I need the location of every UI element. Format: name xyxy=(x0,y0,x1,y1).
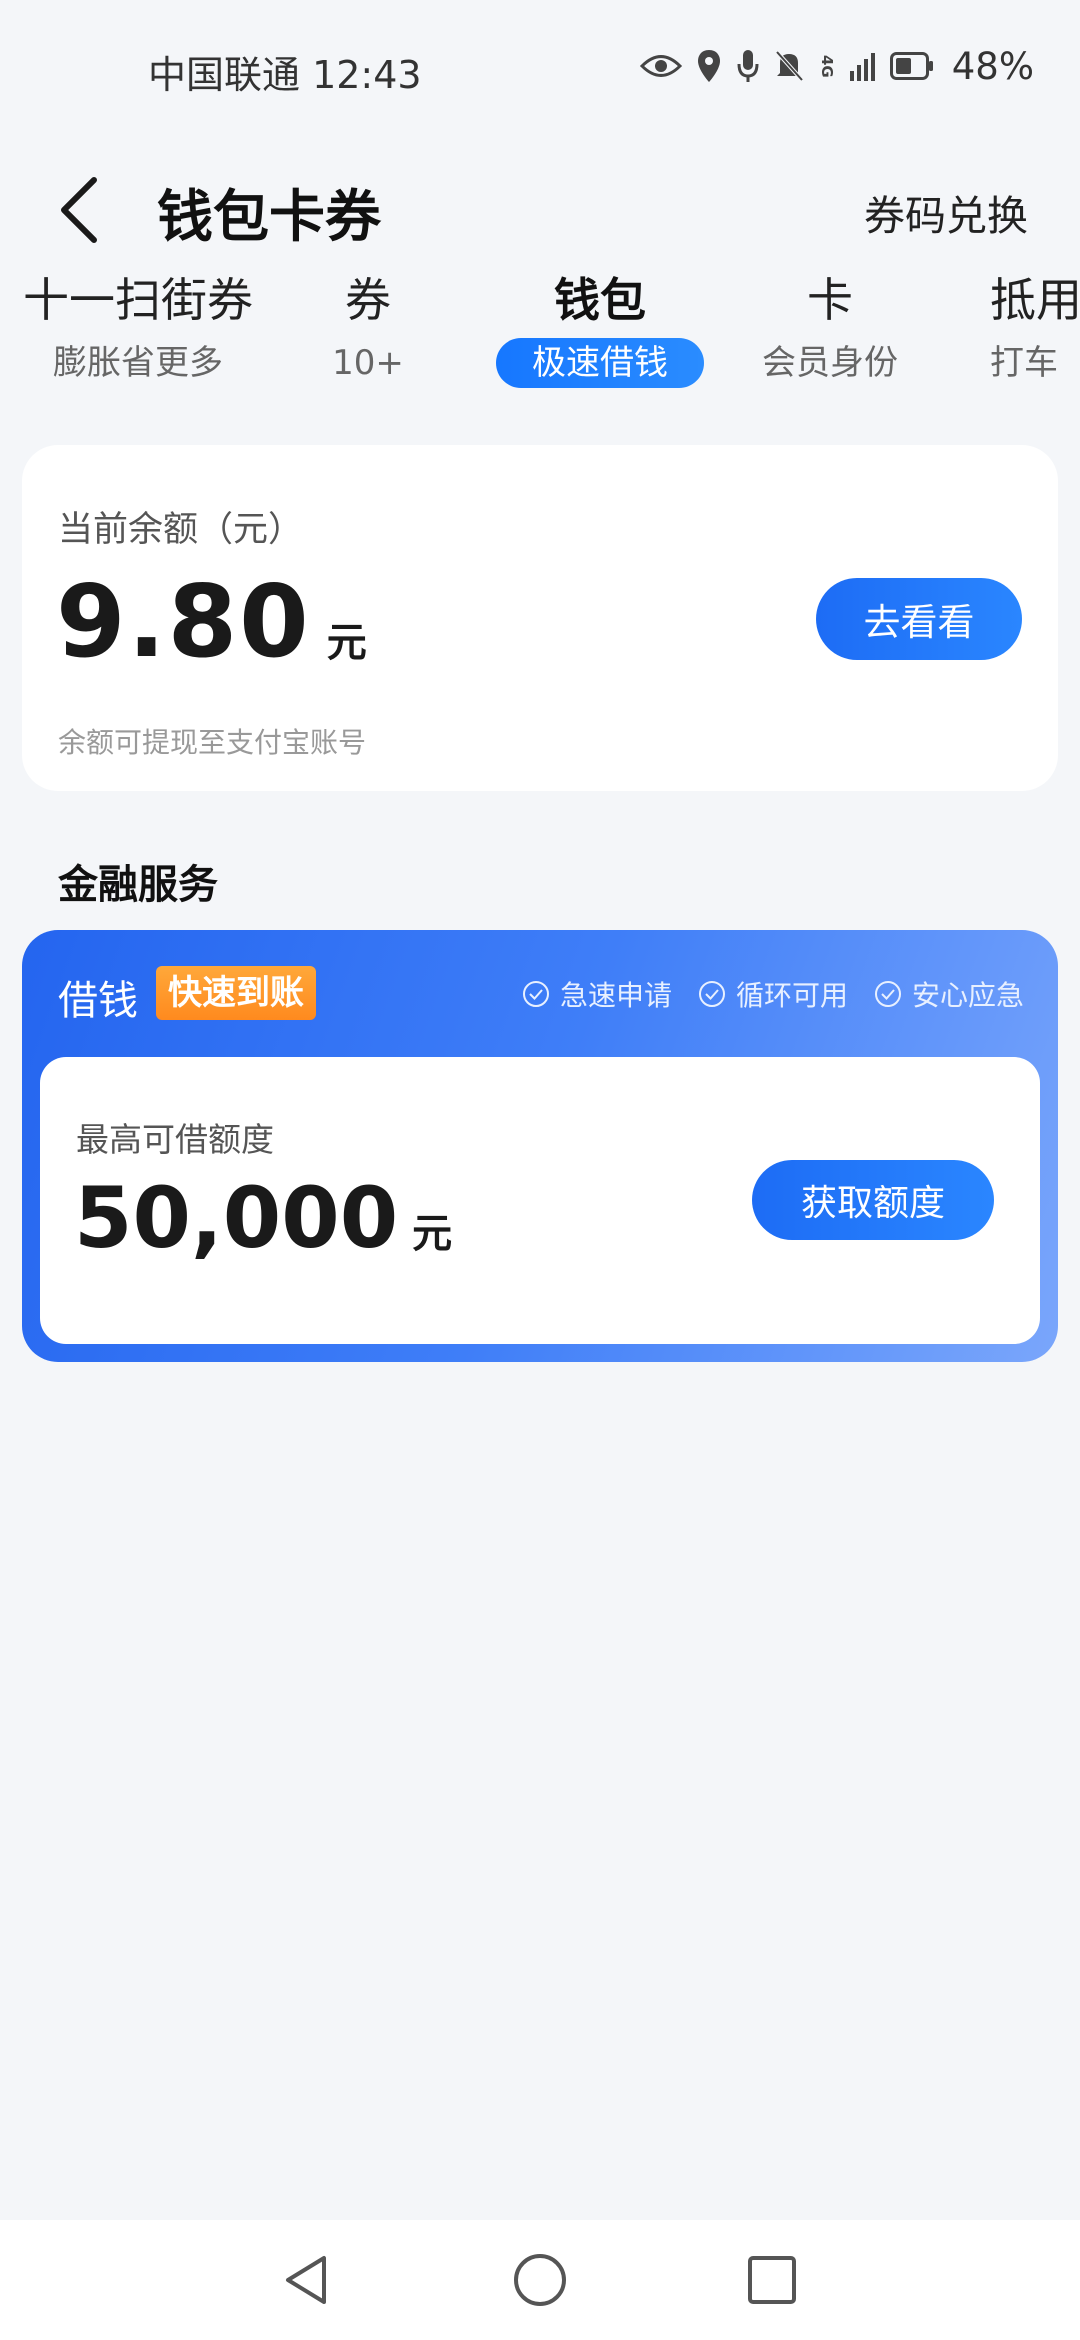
feature-label: 急速申请 xyxy=(559,979,672,1012)
feature-label: 循环可用 xyxy=(735,979,848,1012)
tab-street-coupon[interactable]: 十一扫街券 膨胀省更多 xyxy=(22,270,254,388)
microphone-icon xyxy=(737,50,759,82)
balance-value: 9.80 xyxy=(56,563,311,680)
eye-icon xyxy=(639,55,682,77)
nav-back-icon[interactable] xyxy=(278,2250,338,2310)
back-icon[interactable] xyxy=(52,170,112,250)
check-circle-icon xyxy=(522,981,549,1007)
carrier-time: 中国联通 12:43 xyxy=(148,53,422,97)
category-tabs: 十一扫街券 膨胀省更多 券 10+ 钱包 极速借钱 卡 会员身份 抵用 打车 xyxy=(0,270,1080,400)
tab-title: 券 xyxy=(345,273,391,327)
balance-note: 余额可提现至支付宝账号 xyxy=(58,726,367,759)
signal-icon xyxy=(849,53,875,81)
tab-cards[interactable]: 卡 会员身份 xyxy=(750,270,910,388)
tab-title: 抵用 xyxy=(990,273,1080,327)
nav-recents-icon[interactable] xyxy=(742,2250,802,2310)
limit-unit: 元 xyxy=(412,1211,453,1257)
tab-vouchers[interactable]: 抵用 打车 xyxy=(990,270,1080,388)
balance-amount: 9.80 元 xyxy=(56,563,367,680)
page-title: 钱包卡券 xyxy=(157,185,381,250)
balance-unit: 元 xyxy=(326,620,367,666)
tab-title: 钱包 xyxy=(554,273,646,327)
limit-value: 50,000 xyxy=(74,1169,399,1267)
status-bar: 中国联通 12:43 4G 48% xyxy=(0,0,1080,132)
section-title: 金融服务 xyxy=(58,862,218,908)
tab-subtitle: 会员身份 xyxy=(762,343,898,383)
feature-label: 安心应急 xyxy=(911,979,1024,1012)
tab-wallet[interactable]: 钱包 极速借钱 xyxy=(490,270,710,388)
network-type: 4G xyxy=(817,54,836,78)
tab-title: 十一扫街券 xyxy=(23,273,253,327)
loan-card[interactable]: 借钱 快速到账 急速申请 循环可用 安心应急 最高可借额度 50,000 元 获… xyxy=(22,930,1058,1362)
redeem-code-button[interactable]: 券码兑换 xyxy=(864,182,1028,242)
battery-percent: 48% xyxy=(951,44,1034,88)
fast-arrival-badge: 快速到账 xyxy=(156,966,316,1020)
check-circle-icon xyxy=(698,981,725,1007)
tab-title: 卡 xyxy=(807,273,853,327)
feature-item: 循环可用 xyxy=(698,974,848,1014)
get-limit-button[interactable]: 获取额度 xyxy=(752,1160,994,1240)
system-nav-bar xyxy=(0,2220,1080,2340)
wallet-page: 中国联通 12:43 4G 48% 钱包卡券 券码兑换 十一扫街券 膨胀省更多 … xyxy=(0,0,1080,2340)
battery-icon xyxy=(889,52,933,80)
tab-subtitle: 打车 xyxy=(990,343,1058,383)
loan-features: 急速申请 循环可用 安心应急 xyxy=(522,974,1024,1014)
bell-muted-icon xyxy=(775,50,804,82)
balance-card: 当前余额（元） 9.80 元 去看看 余额可提现至支付宝账号 xyxy=(22,445,1058,791)
feature-item: 安心应急 xyxy=(874,974,1024,1014)
limit-amount: 50,000 元 xyxy=(74,1169,452,1267)
location-icon xyxy=(697,50,720,82)
balance-label: 当前余额（元） xyxy=(58,510,304,550)
feature-item: 急速申请 xyxy=(522,974,672,1014)
tab-coupons[interactable]: 券 10+ xyxy=(308,270,428,388)
tab-subtitle: 10+ xyxy=(332,343,404,383)
tab-subtitle: 极速借钱 xyxy=(496,338,704,388)
check-circle-icon xyxy=(874,981,901,1007)
view-balance-button[interactable]: 去看看 xyxy=(816,578,1022,660)
loan-title: 借钱 xyxy=(58,978,138,1024)
tab-subtitle: 膨胀省更多 xyxy=(53,343,223,383)
nav-home-icon[interactable] xyxy=(510,2250,570,2310)
status-icons: 4G 48% xyxy=(639,44,1034,88)
limit-label: 最高可借额度 xyxy=(76,1120,274,1159)
loan-limit-panel: 最高可借额度 50,000 元 获取额度 xyxy=(40,1057,1040,1344)
header: 钱包卡券 券码兑换 xyxy=(0,132,1080,282)
